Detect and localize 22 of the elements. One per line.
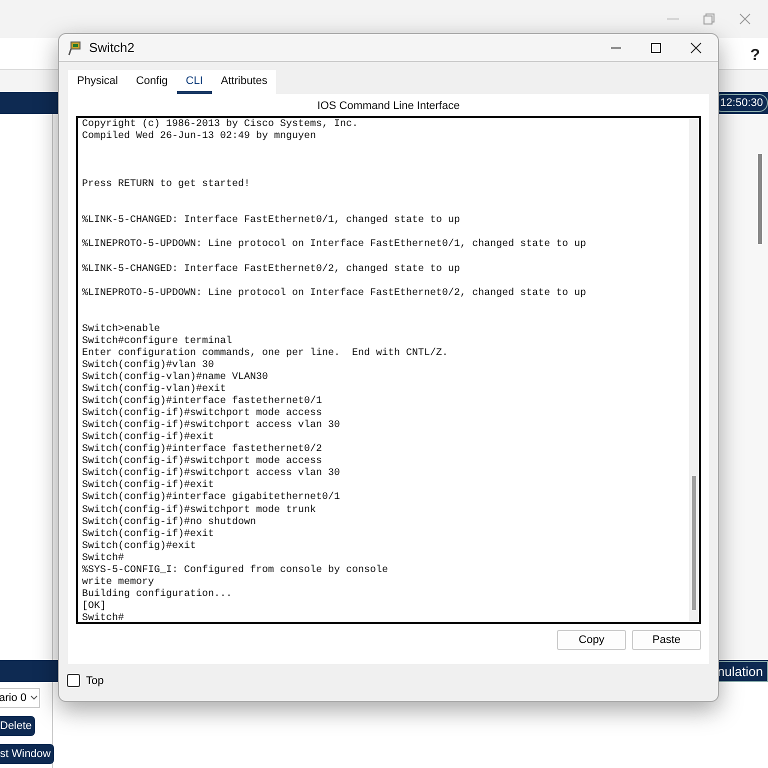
window-button[interactable]: st Window [0, 744, 54, 764]
window-title: Switch2 [89, 40, 136, 55]
top-checkbox[interactable] [67, 674, 80, 687]
cli-button[interactable]: Paste [632, 630, 701, 650]
help-button[interactable]: ? [750, 46, 760, 64]
scrollbar-thumb[interactable] [692, 476, 696, 610]
tab[interactable]: CLI [176, 70, 212, 94]
tab[interactable]: Attributes [212, 70, 276, 94]
scrollbar-thumb[interactable] [758, 154, 762, 244]
checkbox-label: Top [86, 674, 104, 686]
caret-icon [30, 695, 38, 701]
close-icon[interactable] [690, 42, 702, 54]
maximize-icon[interactable] [650, 42, 662, 54]
tab[interactable]: Config [126, 70, 177, 94]
delete-button[interactable]: Delete [0, 716, 35, 736]
switch-icon [67, 40, 83, 56]
terminal-output: Copyright (c) 1986-2013 by Cisco Systems, Inc. Compiled Wed 26-Jun-13 02:49 by mnguyen Press RETURN to get started! %LINK-5-CHANGED: Interface FastEthernet0/1, changed state to up %LINEPROTO-5-UPDOWN: Line protocol on Interface FastEthernet0/1, changed state to up %LINK-5-CHANGED: Interface FastEthernet0/2, changed state to up %LINEPROTO-5-UPDOWN: Line protocol on Interface FastEthernet0/2, changed state to up Switch>enable Switch#configure terminal Enter configuration commands, one per line. End with CNTL/Z. Switch(config)#vlan 30 Switch(config-vlan)#name VLAN30 Switch(config-vlan)#exit Switch(config)#interface fastethernet0/1 Switch(config-if)#switchport mode access Switch(config-if)#switchport access vlan 30 Switch(config-if)#exit Switch(config)#interface fastethernet0/2 Switch(config-if)#switchport mode access Switch(config-if)#switchport access vlan 30 Switch(config-if)#exit Switch(config)#interface gigabitethernet0/1 Switch(config-if)#switchport mode trunk Switch(config-if)#no shutdown Switch(config-if)#exit Switch(config)#exit Switch# %SYS-5-CONFIG_I: Configured from console by console write memory Building configuration... [OK] Switch# [81, 118, 588, 622]
cli-heading: IOS Command Line Interface [316, 99, 461, 114]
cli-button[interactable]: Copy [557, 630, 626, 650]
terminal[interactable] [76, 116, 701, 624]
restore-icon[interactable] [702, 12, 716, 26]
tab[interactable]: Physical [68, 70, 127, 94]
